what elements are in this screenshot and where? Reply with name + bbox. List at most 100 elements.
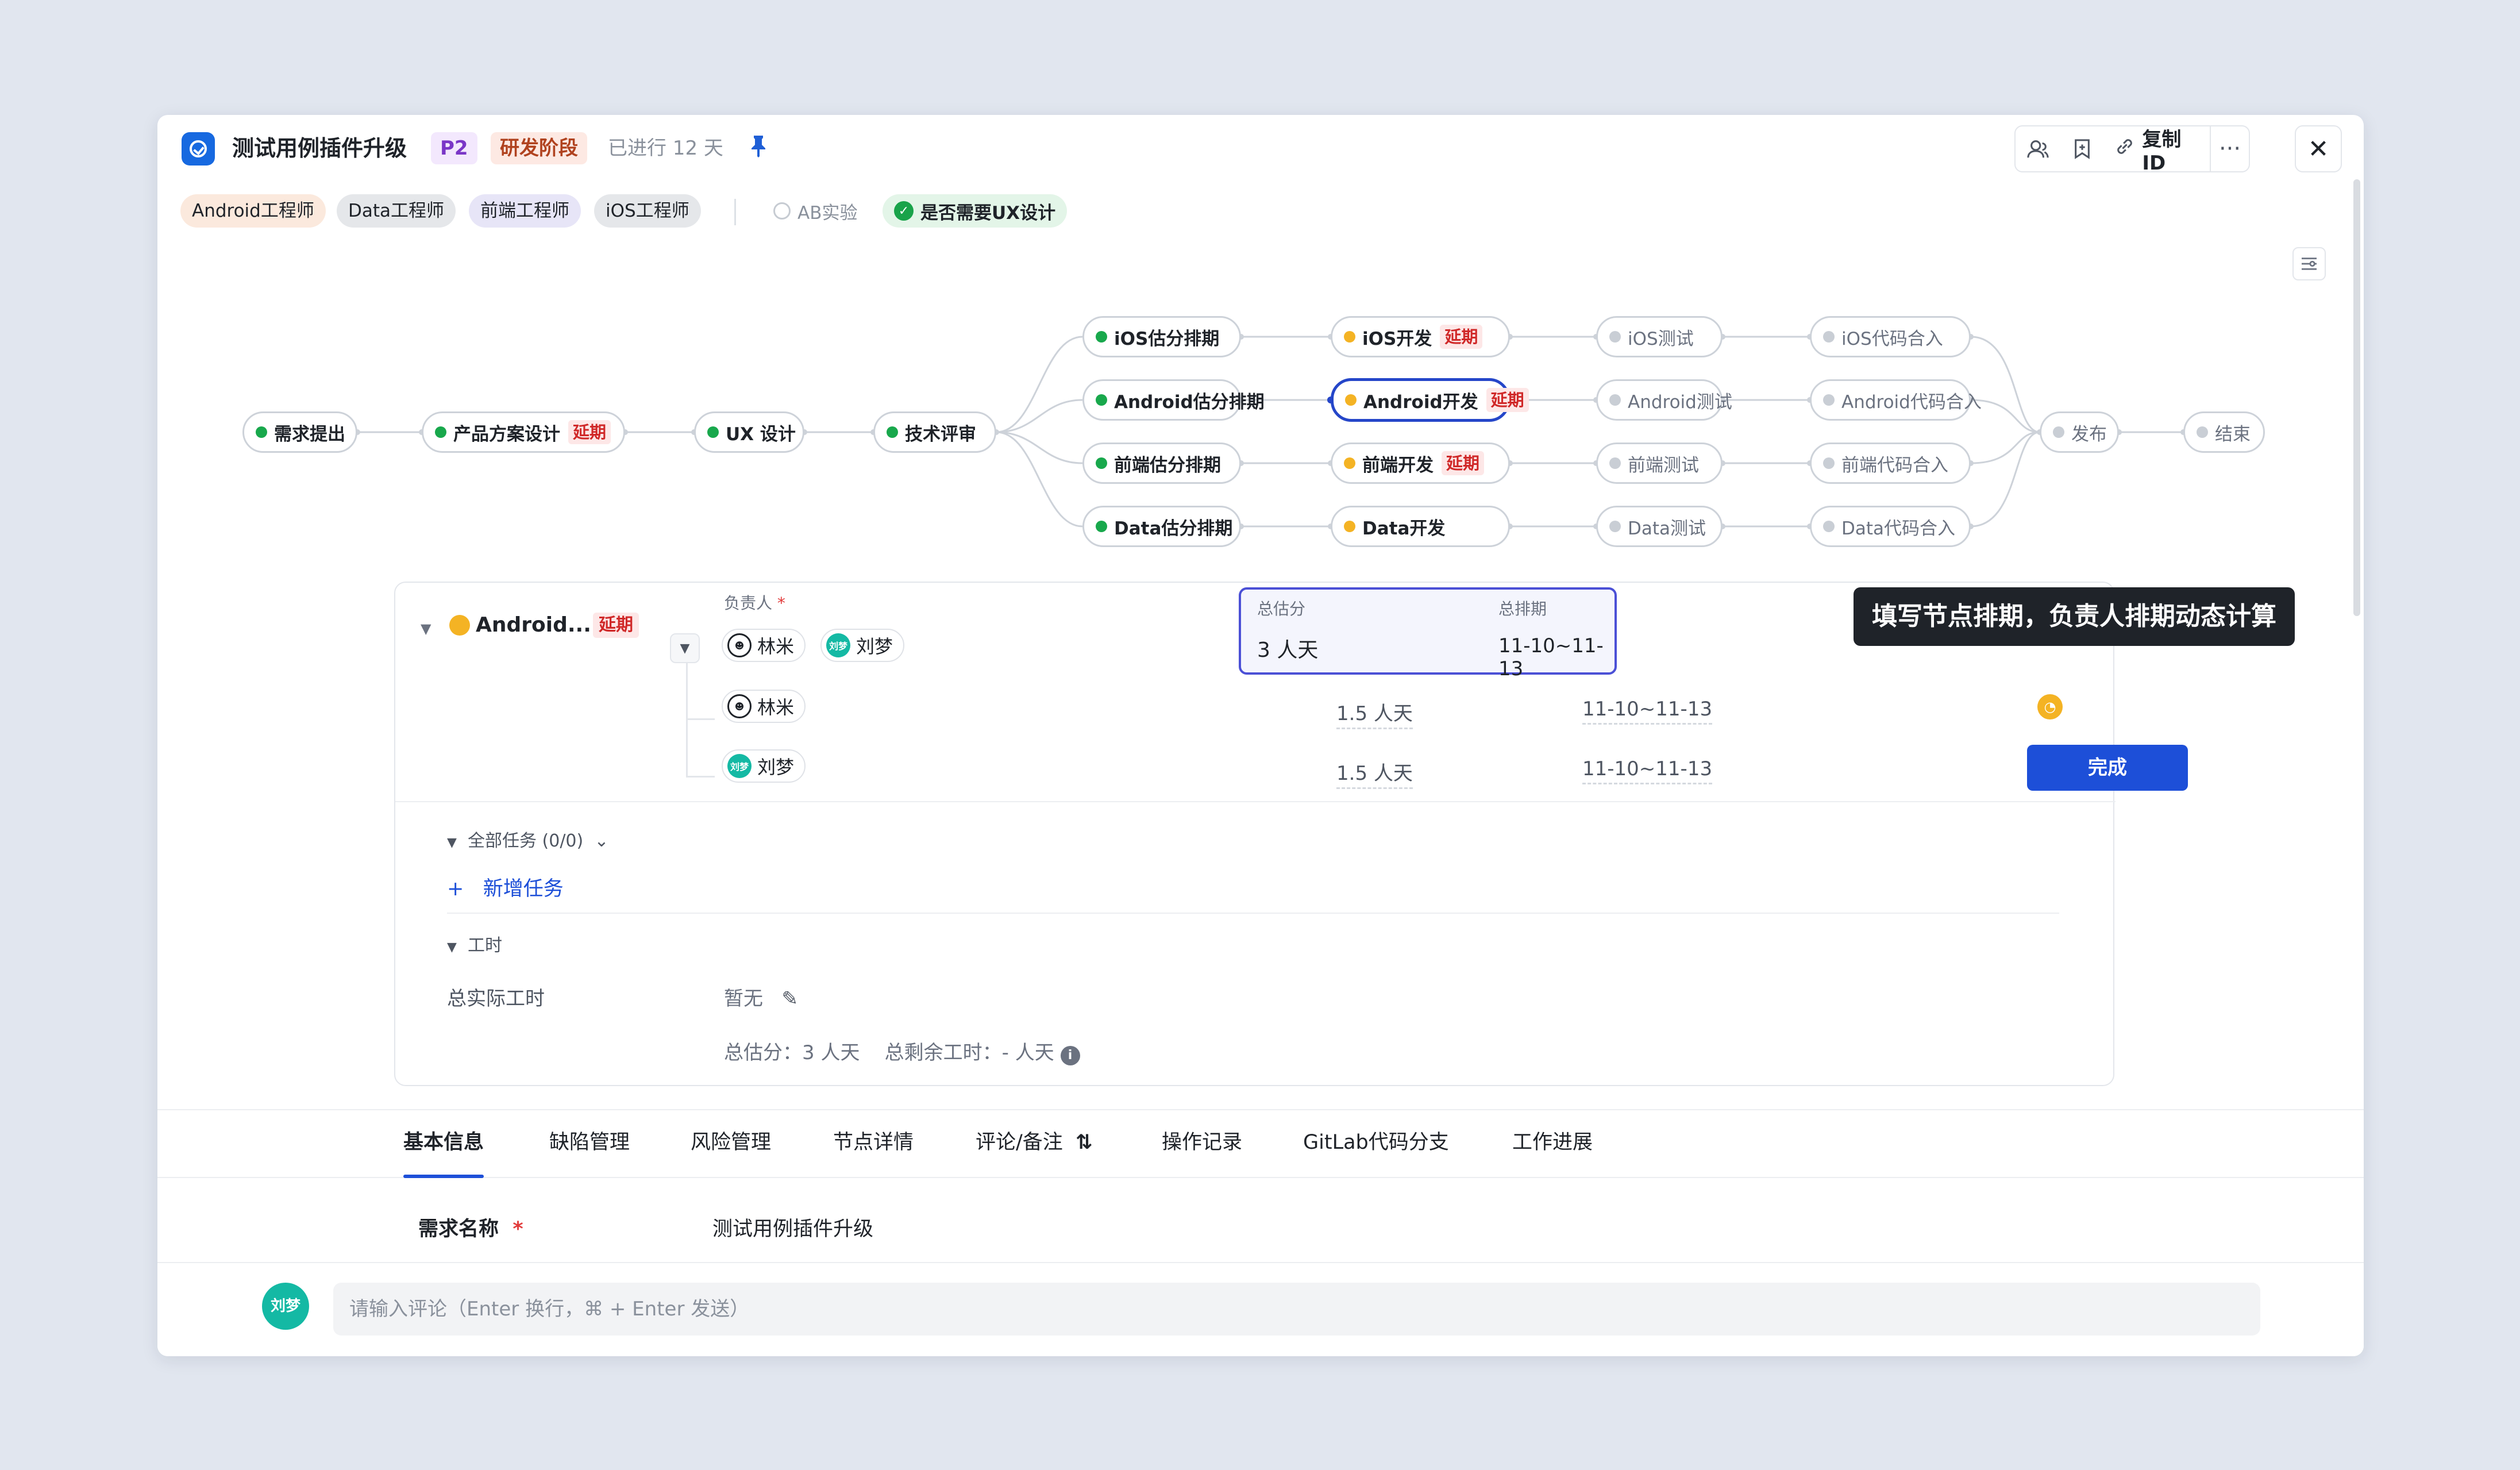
divider <box>447 913 2059 914</box>
flow-node-frontend-test[interactable]: 前端测试 <box>1596 442 1723 484</box>
avatar: 刘梦 <box>826 633 850 657</box>
node-label: Android估分排期 <box>1114 391 1265 413</box>
tab-operation-log[interactable]: 操作记录 <box>1162 1110 1242 1178</box>
status-dot <box>1344 457 1355 469</box>
node-label: Data估分排期 <box>1114 518 1233 539</box>
flow-node-release[interactable]: 发布 <box>2040 411 2119 453</box>
actual-worktime-value: 暂无 ✎ <box>724 983 798 1011</box>
worktime-toggle[interactable]: ▼ 工时 <box>447 931 502 956</box>
tab-risks[interactable]: 风险管理 <box>691 1110 771 1178</box>
total-schedule-value[interactable]: 11-10~11-13 <box>1498 634 1615 680</box>
flow-node-frontend-merge[interactable]: 前端代码合入 <box>1810 442 1971 484</box>
add-task-label: 新增任务 <box>483 878 564 901</box>
node-label: 产品方案设计 <box>453 424 560 445</box>
node-label: 发布 <box>2071 424 2107 445</box>
tab-comments[interactable]: 评论/备注 ⇅ <box>976 1110 1092 1178</box>
flow-node-review[interactable]: 技术评审 <box>873 411 996 453</box>
node-label: iOS测试 <box>1628 328 1694 349</box>
tab-node-details[interactable]: 节点详情 <box>833 1110 914 1178</box>
status-dot <box>1096 331 1107 343</box>
flow-node-data-test[interactable]: Data测试 <box>1596 506 1723 547</box>
expand-owners-icon[interactable]: ▼ <box>670 633 700 663</box>
flow-node-android-merge[interactable]: Android代码合入 <box>1810 379 1982 421</box>
requirement-name-label-text: 需求名称 <box>418 1218 499 1241</box>
caret-icon: ▼ <box>447 940 457 955</box>
flag-icon <box>887 426 898 438</box>
owner-chip-liumeng[interactable]: 刘梦 刘梦 <box>820 629 905 662</box>
flow-node-start[interactable]: 需求提出 <box>242 411 357 453</box>
requirement-name-label: 需求名称 * <box>418 1213 523 1242</box>
status-dot <box>1344 331 1355 343</box>
flow-node-data-estimate[interactable]: Data估分排期 <box>1082 506 1241 547</box>
delay-badge: 延期 <box>568 420 611 444</box>
total-estimate-value[interactable]: 3 人天 <box>1257 633 1318 663</box>
node-label: Android测试 <box>1628 391 1732 413</box>
flow-node-ios-test[interactable]: iOS测试 <box>1596 316 1723 357</box>
all-tasks-toggle[interactable]: ▼ 全部任务 (0/0) ⌄ <box>447 826 608 852</box>
tab-comments-label: 评论/备注 <box>976 1131 1063 1154</box>
comment-bar: 刘梦 请输入评论（Enter 换行，⌘ + Enter 发送） <box>157 1262 2364 1356</box>
requirement-name-value[interactable]: 测试用例插件升级 <box>712 1213 873 1242</box>
owner-chip-linmi[interactable]: ☻ 林米 <box>722 629 806 662</box>
flow-node-android-test[interactable]: Android测试 <box>1596 379 1732 421</box>
actual-worktime-text: 暂无 <box>724 987 763 1010</box>
add-task-button[interactable]: + 新增任务 <box>447 872 564 902</box>
flow-node-data-merge[interactable]: Data代码合入 <box>1810 506 1971 547</box>
flow-node-ux[interactable]: UX 设计 <box>694 411 804 453</box>
node-label: 需求提出 <box>274 424 345 445</box>
status-dot <box>449 615 470 636</box>
detail-tabs: 基本信息 缺陷管理 风险管理 节点详情 评论/备注 ⇅ 操作记录 GitLab代… <box>157 1109 2364 1178</box>
row-estimate: 1.5 人天 <box>1336 757 1413 789</box>
person-name: 刘梦 <box>757 756 795 778</box>
flow-connectors <box>355 334 2186 529</box>
flow-node-android-dev[interactable]: Android开发 延期 <box>1331 378 1529 422</box>
status-dot <box>1823 331 1835 343</box>
flow-node-design[interactable]: 产品方案设计 延期 <box>422 411 625 453</box>
status-dot <box>1609 331 1621 343</box>
schedule-value[interactable]: 11-10~11-13 <box>1582 757 1713 784</box>
person-chip-liumeng[interactable]: 刘梦 刘梦 <box>722 749 806 783</box>
requirement-window: 测试用例插件升级 P2 研发阶段 已进行 12 天 复制ID ··· ✕ And… <box>157 115 2364 1356</box>
estimate-value[interactable]: 1.5 人天 <box>1336 762 1413 789</box>
row-schedule: 11-10~11-13 <box>1582 757 1713 784</box>
delay-badge: 延期 <box>593 613 639 638</box>
flow-node-ios-dev[interactable]: iOS开发 延期 <box>1331 316 1510 357</box>
tab-gitlab-branches[interactable]: GitLab代码分支 <box>1303 1110 1449 1178</box>
status-dot <box>1096 457 1107 469</box>
flow-node-end[interactable]: 结束 <box>2183 411 2265 453</box>
done-button[interactable]: 完成 <box>2027 745 2188 791</box>
tab-defects[interactable]: 缺陷管理 <box>549 1110 630 1178</box>
required-mark: * <box>513 1218 523 1241</box>
person-chip-linmi[interactable]: ☻ 林米 <box>722 690 806 723</box>
flow-node-data-dev[interactable]: Data开发 <box>1331 506 1510 547</box>
status-dot <box>1096 521 1107 532</box>
comment-input[interactable]: 请输入评论（Enter 换行，⌘ + Enter 发送） <box>333 1283 2260 1336</box>
estimate-value[interactable]: 1.5 人天 <box>1336 702 1413 729</box>
edit-pencil-icon[interactable]: ✎ <box>781 987 798 1010</box>
node-label: 前端代码合入 <box>1841 455 1948 476</box>
node-label: 技术评审 <box>905 424 976 445</box>
node-name: Android... <box>476 613 591 637</box>
flow-node-frontend-estimate[interactable]: 前端估分排期 <box>1082 442 1241 484</box>
flow-node-ios-estimate[interactable]: iOS估分排期 <box>1082 316 1241 357</box>
tab-basic-info[interactable]: 基本信息 <box>403 1110 484 1178</box>
sort-icon[interactable]: ⇅ <box>1076 1131 1092 1154</box>
tree-line <box>686 776 715 778</box>
schedule-summary-box[interactable]: 总估分 总排期 3 人天 11-10~11-13 <box>1239 587 1617 680</box>
node-label: Android开发 <box>1363 391 1478 413</box>
collapse-caret-icon[interactable]: ▼ <box>421 621 431 637</box>
owner-label-text: 负责人 <box>724 594 773 613</box>
status-dot <box>256 426 267 438</box>
status-dot <box>1609 394 1621 406</box>
info-icon[interactable]: i <box>1060 1046 1080 1065</box>
status-dot <box>1609 521 1621 532</box>
node-label: UX 设计 <box>726 424 796 445</box>
schedule-value[interactable]: 11-10~11-13 <box>1582 698 1713 725</box>
flow-node-frontend-dev[interactable]: 前端开发 延期 <box>1331 442 1510 484</box>
tab-work-progress[interactable]: 工作进展 <box>1512 1110 1593 1178</box>
avatar: ☻ <box>727 633 752 657</box>
flow-node-android-estimate[interactable]: Android估分排期 <box>1082 379 1265 421</box>
in-progress-icon[interactable]: ◔ <box>2037 694 2063 719</box>
owner-label: 负责人 * <box>724 591 785 614</box>
flow-node-ios-merge[interactable]: iOS代码合入 <box>1810 316 1971 357</box>
